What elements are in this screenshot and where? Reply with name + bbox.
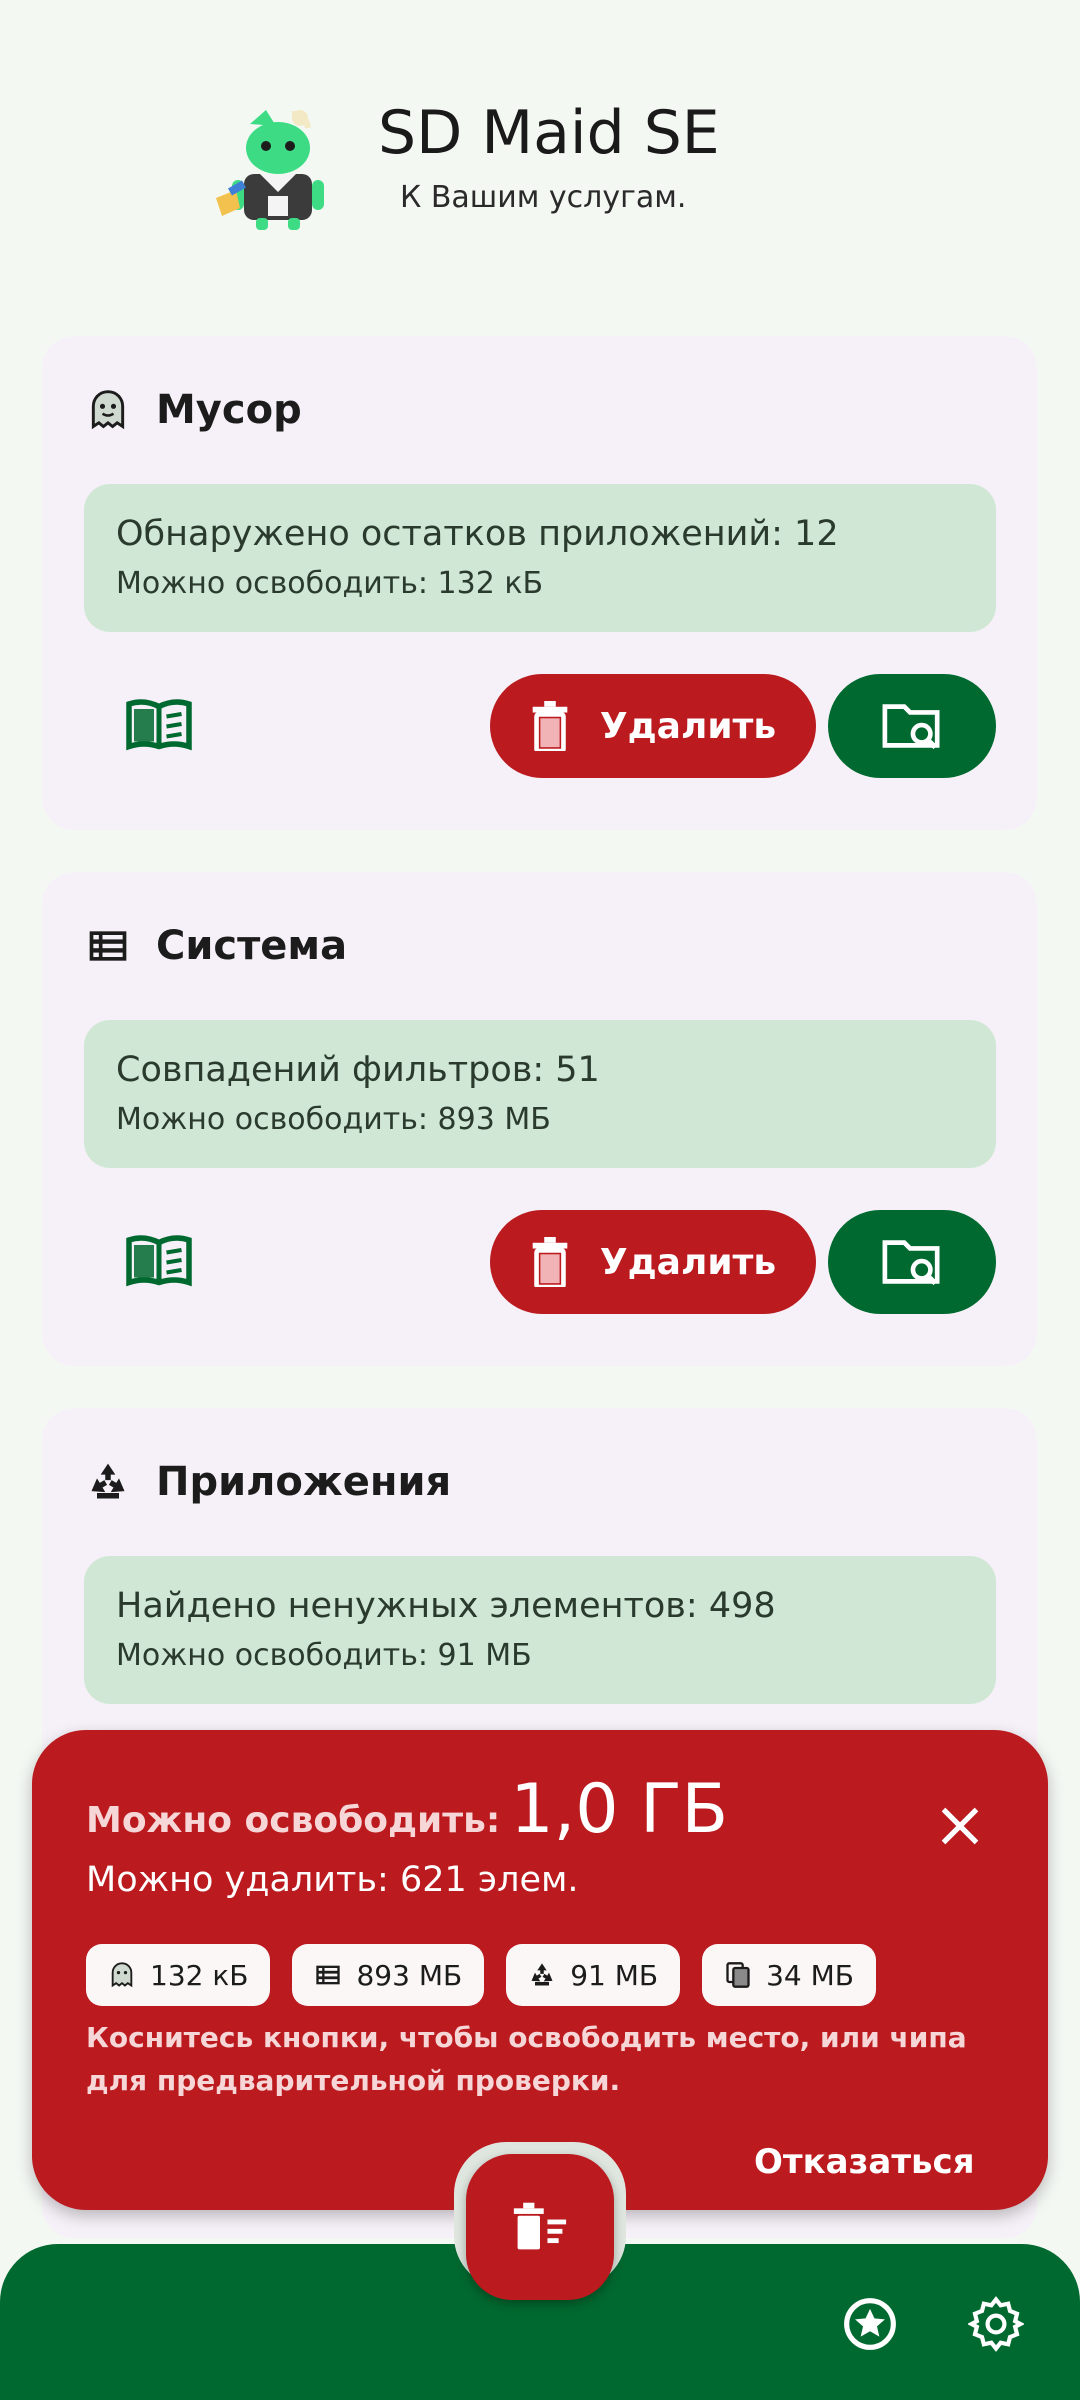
app-title: SD Maid SE	[378, 98, 720, 168]
chip-label: 893 МБ	[356, 1958, 463, 1992]
chip-system-cleaner[interactable]: 893 МБ	[292, 1944, 485, 2006]
result-size: Можно освободить: 893 МБ	[116, 1102, 551, 1137]
delete-button-label: Удалить	[599, 1241, 777, 1283]
card-header: Приложения	[86, 1454, 451, 1510]
list-icon	[316, 1965, 341, 1985]
list-icon	[89, 931, 127, 961]
folder-search-icon	[882, 1240, 940, 1286]
card-title: Система	[156, 923, 348, 969]
book-icon[interactable]	[124, 696, 194, 752]
sheet-hint: Коснитесь кнопки, чтобы освободить место…	[86, 2021, 967, 2097]
free-space-label: Можно освободить:	[86, 1800, 501, 1841]
deletable-count: Можно удалить: 621 элем.	[86, 1860, 579, 1900]
ghost-icon	[111, 1962, 133, 1988]
result-size: Можно освободить: 132 кБ	[116, 566, 544, 601]
browse-results-button[interactable]	[828, 674, 996, 778]
app-subtitle: К Вашим услугам.	[400, 180, 687, 215]
free-space-size: 1,0 ГБ	[510, 1770, 729, 1849]
result-size: Можно освободить: 91 МБ	[116, 1638, 532, 1673]
recycle-icon	[531, 1963, 553, 1986]
browse-results-button[interactable]	[828, 1210, 996, 1314]
star-badge-icon[interactable]	[842, 2296, 898, 2352]
chip-deduplicator[interactable]: 34 МБ	[702, 1944, 876, 2006]
close-icon[interactable]	[938, 1804, 982, 1848]
delete-button-label: Удалить	[599, 705, 777, 747]
card-header: Мусор	[86, 382, 302, 438]
chip-label: 91 МБ	[570, 1958, 659, 1992]
folder-search-icon	[882, 704, 940, 750]
app-header: SD Maid SE К Вашим услугам.	[0, 80, 1080, 250]
result-info-box[interactable]: Обнаружено остатков приложений: 12 Можно…	[84, 484, 996, 632]
copy-icon	[726, 1962, 750, 1988]
card-title: Приложения	[156, 1459, 452, 1505]
result-summary: Обнаружено остатков приложений: 12	[116, 514, 839, 554]
cleanup-bottom-sheet: Можно освободить: 1,0 ГБ Можно удалить: 6…	[32, 1730, 1048, 2210]
free-space-line: Можно освободить: 1,0 ГБ	[86, 1770, 728, 1849]
result-info-box[interactable]: Совпадений фильтров: 51 Можно освободить…	[84, 1020, 996, 1168]
sd-maid-mascot-icon	[216, 110, 324, 230]
book-icon[interactable]	[124, 1232, 194, 1288]
trash-list-icon	[513, 2202, 567, 2250]
delete-button[interactable]: Удалить	[490, 1210, 816, 1314]
chip-app-cleaner[interactable]: 91 МБ	[506, 1944, 681, 2006]
chip-corpse-finder[interactable]: 132 кБ	[86, 1944, 271, 2006]
result-info-box[interactable]: Найдено ненужных элементов: 498 Можно ос…	[84, 1556, 996, 1704]
chip-label: 132 кБ	[150, 1958, 249, 1992]
cancel-button[interactable]: Отказаться	[754, 2142, 975, 2182]
delete-button[interactable]: Удалить	[490, 674, 816, 778]
delete-all-fab[interactable]	[466, 2154, 614, 2300]
card-corpse-finder: Мусор Обнаружено остатков приложений: 12…	[42, 336, 1037, 830]
recycle-icon	[91, 1463, 125, 1499]
tool-chips: 132 кБ 893 МБ 91 МБ 34 МБ	[86, 1944, 876, 2006]
chip-label: 34 МБ	[766, 1958, 854, 1992]
trash-icon	[532, 701, 568, 751]
gear-icon[interactable]	[968, 2296, 1024, 2352]
ghost-icon	[91, 390, 125, 430]
result-summary: Совпадений фильтров: 51	[116, 1050, 600, 1090]
trash-icon	[532, 1237, 568, 1287]
card-system-cleaner: Система Совпадений фильтров: 51 Можно ос…	[42, 872, 1037, 1366]
result-summary: Найдено ненужных элементов: 498	[116, 1586, 776, 1626]
card-header: Система	[86, 918, 347, 974]
card-title: Мусор	[156, 387, 302, 433]
